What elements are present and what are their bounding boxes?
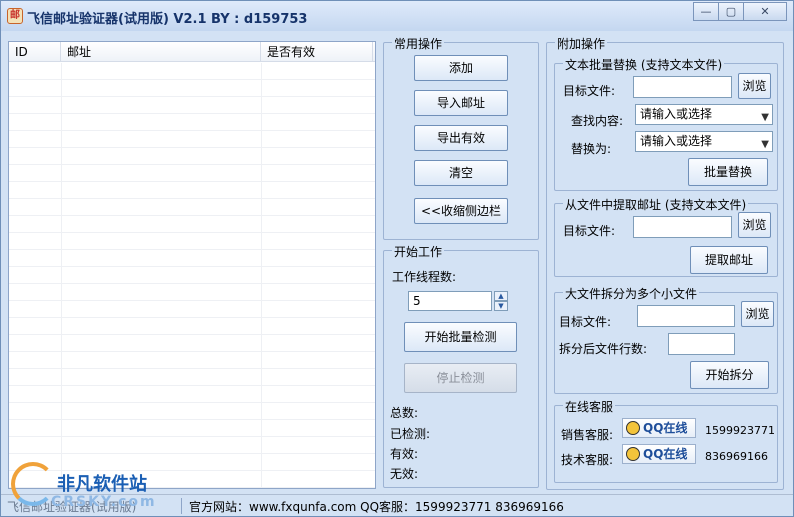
split-lines-label: 拆分后文件行数: xyxy=(559,342,648,356)
qq-penguin-icon xyxy=(626,447,640,461)
status-divider xyxy=(181,498,182,514)
tech-qq-button[interactable]: QQ在线 xyxy=(622,444,696,464)
app-icon: 邮 xyxy=(7,8,23,24)
support-group: 在线客服 销售客服: QQ在线 1599923771 技术客服: QQ在线 83… xyxy=(554,398,778,483)
sales-qq-label: QQ在线 xyxy=(643,421,688,435)
start-split-button[interactable]: 开始拆分 xyxy=(690,361,769,389)
extract-browse-button[interactable]: 浏览 xyxy=(738,212,771,238)
invalid-label: 无效: xyxy=(390,467,419,481)
tech-qq-label: QQ在线 xyxy=(643,447,688,461)
total-label: 总数: xyxy=(390,406,419,420)
logo-swoosh-icon xyxy=(11,462,55,506)
column-id[interactable]: ID xyxy=(9,42,61,62)
split-group-label: 大文件拆分为多个小文件 xyxy=(563,285,700,302)
import-button[interactable]: 导入邮址 xyxy=(414,90,508,116)
watermark-title: 非凡软件站 xyxy=(57,474,147,495)
start-work-group: 开始工作 工作线程数: 5 ▲ ▼ 开始批量检测 停止检测 总数: 已检测: 有… xyxy=(383,243,539,488)
find-label: 查找内容: xyxy=(571,114,624,128)
support-group-label: 在线客服 xyxy=(563,398,616,415)
extract-email-button[interactable]: 提取邮址 xyxy=(690,246,768,274)
watermark-logo: 非凡软件站 CRSKY.com xyxy=(5,458,175,516)
export-button[interactable]: 导出有效 xyxy=(414,125,508,151)
replace-with-label: 替换为: xyxy=(571,142,612,156)
start-work-label: 开始工作 xyxy=(392,243,445,260)
split-group: 大文件拆分为多个小文件 目标文件: 浏览 拆分后文件行数: 开始拆分 xyxy=(554,285,778,394)
list-header: ID 邮址 是否有效 xyxy=(9,42,375,62)
window-title: 飞信邮址验证器(试用版) V2.1 BY : d159753 xyxy=(27,12,308,27)
extra-ops-label: 附加操作 xyxy=(555,35,608,52)
start-check-button[interactable]: 开始批量检测 xyxy=(404,322,517,352)
maximize-button[interactable]: ▢ xyxy=(718,2,744,21)
tech-support-label: 技术客服: xyxy=(561,453,614,467)
threads-input[interactable]: 5 xyxy=(408,291,492,311)
extract-target-label: 目标文件: xyxy=(563,224,616,238)
split-browse-button[interactable]: 浏览 xyxy=(741,301,774,327)
close-button[interactable]: ✕ xyxy=(743,2,787,21)
replace-target-label: 目标文件: xyxy=(563,84,616,98)
split-target-input[interactable] xyxy=(637,305,735,327)
find-select-value: 请输入或选择 xyxy=(640,107,713,121)
spin-down-icon[interactable]: ▼ xyxy=(494,301,508,311)
clear-button[interactable]: 清空 xyxy=(414,160,508,186)
column-divider xyxy=(61,63,62,488)
extract-group: 从文件中提取邮址 (支持文本文件) 目标文件: 浏览 提取邮址 xyxy=(554,196,778,277)
sales-qq-number: 1599923771 xyxy=(705,424,775,437)
threads-label: 工作线程数: xyxy=(392,270,457,284)
column-email[interactable]: 邮址 xyxy=(61,42,261,62)
extract-group-label: 从文件中提取邮址 (支持文本文件) xyxy=(563,196,749,213)
list-body[interactable] xyxy=(9,63,375,488)
column-divider xyxy=(261,63,262,488)
stop-check-button[interactable]: 停止检测 xyxy=(404,363,517,393)
collapse-sidebar-button[interactable]: <<收缩侧边栏 xyxy=(414,198,508,224)
chevron-down-icon[interactable]: ▼ xyxy=(761,108,769,124)
replace-target-input[interactable] xyxy=(633,76,732,98)
threads-spinner[interactable]: ▲ ▼ xyxy=(494,291,508,311)
sales-qq-button[interactable]: QQ在线 xyxy=(622,418,696,438)
sales-support-label: 销售客服: xyxy=(561,428,614,442)
batch-replace-button[interactable]: 批量替换 xyxy=(688,158,768,186)
extract-target-input[interactable] xyxy=(633,216,732,238)
email-list[interactable]: ID 邮址 是否有效 xyxy=(8,41,376,489)
status-website: 官方网站：www.fxqunfa.com QQ客服：1599923771 836… xyxy=(189,500,564,514)
replace-browse-button[interactable]: 浏览 xyxy=(738,73,771,99)
add-button[interactable]: 添加 xyxy=(414,55,508,81)
window-controls: — ▢ ✕ xyxy=(693,2,787,22)
watermark-sub: CRSKY.com xyxy=(51,494,157,510)
extra-ops-group: 附加操作 文本批量替换 (支持文本文件) 目标文件: 浏览 查找内容: 请输入或… xyxy=(546,35,784,490)
minimize-button[interactable]: — xyxy=(693,2,719,21)
find-select[interactable]: 请输入或选择 ▼ xyxy=(635,104,773,125)
column-valid[interactable]: 是否有效 xyxy=(261,42,373,62)
spin-up-icon[interactable]: ▲ xyxy=(494,291,508,301)
replace-group-label: 文本批量替换 (支持文本文件) xyxy=(563,56,725,73)
replace-select[interactable]: 请输入或选择 ▼ xyxy=(635,131,773,152)
title-bar[interactable]: 邮 飞信邮址验证器(试用版) V2.1 BY : d159753 — ▢ ✕ xyxy=(1,1,793,31)
tech-qq-number: 836969166 xyxy=(705,450,768,463)
split-target-label: 目标文件: xyxy=(559,315,612,329)
app-window: 邮 飞信邮址验证器(试用版) V2.1 BY : d159753 — ▢ ✕ I… xyxy=(0,0,794,517)
checked-label: 已检测: xyxy=(390,427,431,441)
chevron-down-icon[interactable]: ▼ xyxy=(761,135,769,151)
common-ops-group: 常用操作 添加 导入邮址 导出有效 清空 <<收缩侧边栏 xyxy=(383,35,539,240)
replace-group: 文本批量替换 (支持文本文件) 目标文件: 浏览 查找内容: 请输入或选择 ▼ … xyxy=(554,56,778,191)
split-lines-input[interactable] xyxy=(668,333,735,355)
replace-select-value: 请输入或选择 xyxy=(640,134,713,148)
qq-penguin-icon xyxy=(626,421,640,435)
valid-label: 有效: xyxy=(390,447,419,461)
common-ops-label: 常用操作 xyxy=(392,35,445,52)
